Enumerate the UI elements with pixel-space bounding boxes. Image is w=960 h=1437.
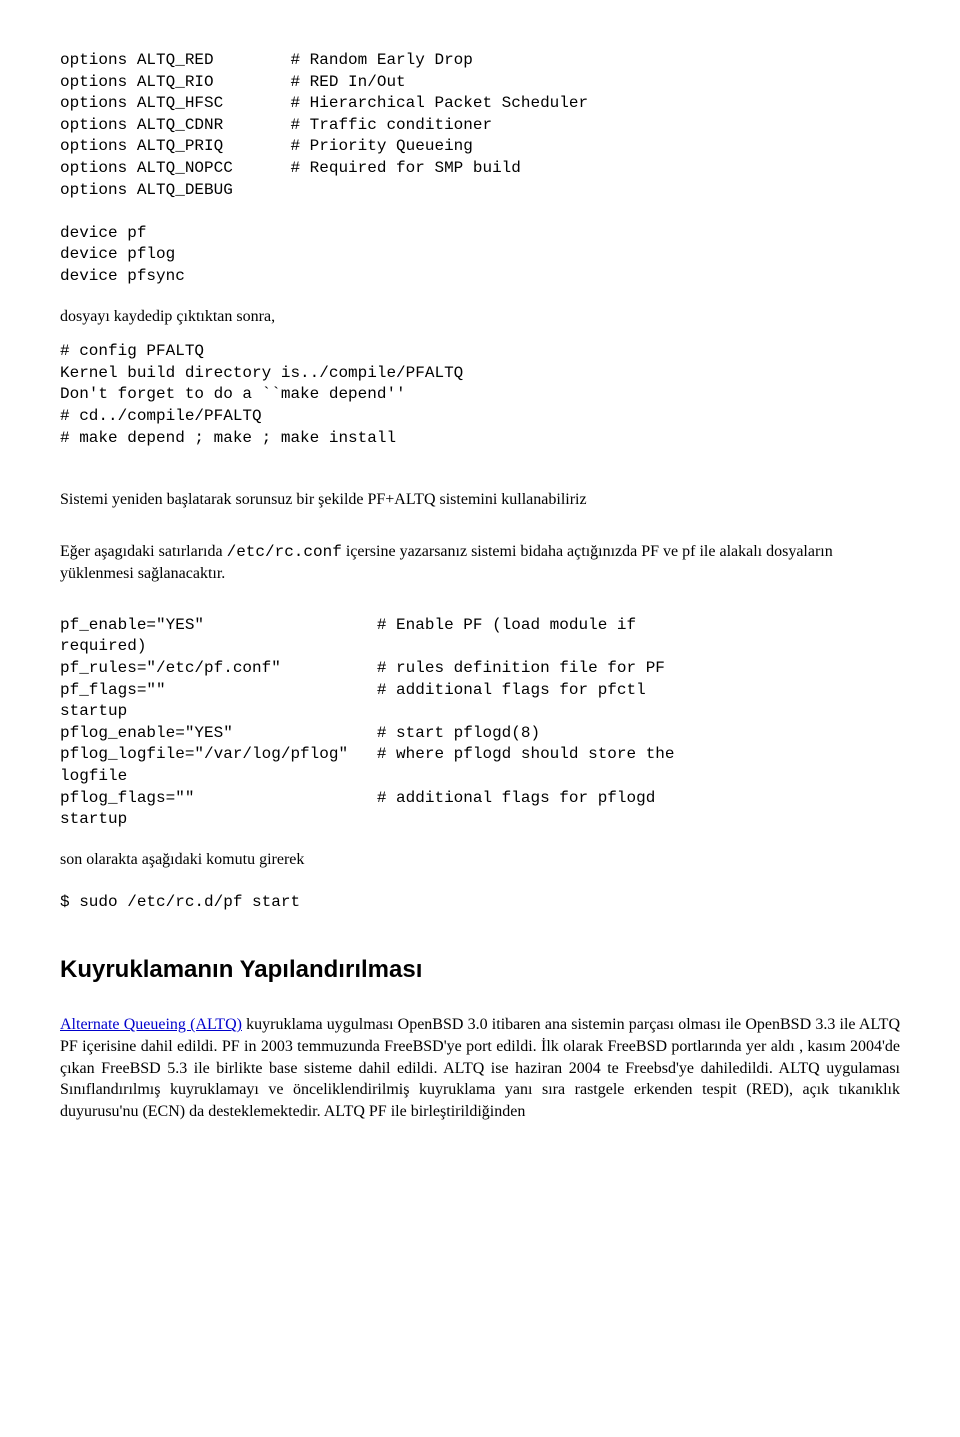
section-heading: Kuyruklamanın Yapılandırılması [60, 954, 900, 986]
save-file-note: dosyayı kaydedip çıktıktan sonra, [60, 306, 900, 328]
config-build-code: # config PFALTQ Kernel build directory i… [60, 341, 900, 449]
rcconf-code: pf_enable="YES" # Enable PF (load module… [60, 615, 900, 831]
restart-paragraph: Sistemi yeniden başlatarak sorunsuz bir … [60, 489, 900, 511]
rcconf-path: /etc/rc.conf [227, 543, 342, 561]
altq-paragraph: Alternate Queueing (ALTQ) kuyruklama uyg… [60, 1014, 900, 1122]
pf-start-command: $ sudo /etc/rc.d/pf start [60, 892, 900, 914]
kernel-options-code: options ALTQ_RED # Random Early Drop opt… [60, 50, 900, 288]
altq-link[interactable]: Alternate Queueing (ALTQ) [60, 1016, 242, 1033]
final-command-note: son olarakta aşağıdaki komutu girerek [60, 849, 900, 871]
rcconf-paragraph: Eğer aşagıdaki satırlarıda /etc/rc.conf … [60, 541, 900, 585]
rcconf-text-pre: Eğer aşagıdaki satırlarıda [60, 543, 227, 560]
